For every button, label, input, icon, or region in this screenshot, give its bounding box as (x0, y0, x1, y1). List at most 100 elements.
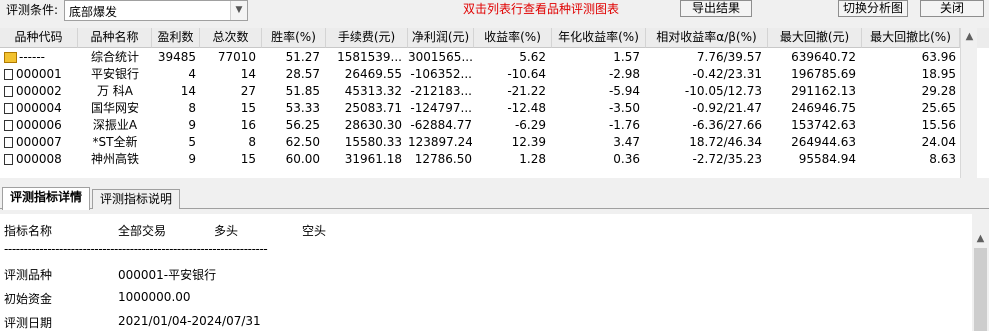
cell-drawdown: 246946.75 (768, 100, 856, 117)
cell-text: 5.62 (519, 50, 546, 64)
cell-text: 77010 (217, 50, 256, 64)
cell-return: -6.29 (474, 117, 546, 134)
cell-drawdown-ratio: 24.04 (862, 134, 956, 151)
folder-sum-icon (4, 52, 17, 63)
col-header-fee[interactable]: 手续费(元) (326, 28, 408, 48)
cell-relative: 18.72/46.34 (646, 134, 762, 151)
cell-wins: 4 (152, 66, 196, 83)
table-row[interactable]: 000004 国华网安 8 15 53.33 25083.71 -124797... -12.… (0, 100, 958, 117)
cell-wins: 39485 (152, 49, 196, 66)
cell-text: 神州高铁 (90, 152, 139, 166)
cell-name: 万 科A (80, 83, 150, 100)
cell-fee: 26469.55 (326, 66, 402, 83)
detail-label-instrument: 评测品种 (4, 268, 53, 282)
cell-winrate: 51.27 (262, 49, 320, 66)
cell-name: 平安银行 (80, 66, 150, 83)
col-header-return[interactable]: 收益率(%) (474, 28, 552, 48)
cell-text: 4 (188, 67, 196, 81)
close-button[interactable]: 关闭 (920, 0, 984, 17)
table-header: 品种代码 品种名称 盈利数 总次数 胜率(%) 手续费(元) 净利润(元) 收益… (0, 28, 989, 48)
cell-text: 25083.71 (344, 101, 402, 115)
cell-text: -1.76 (608, 118, 640, 132)
cell-wins: 9 (152, 117, 196, 134)
cell-annual: -2.98 (552, 66, 640, 83)
col-header-winrate[interactable]: 胜率(%) (262, 28, 326, 48)
toolbar: 评测条件: 底部爆发 ▼ 双击列表行查看品种评测图表 导出结果 切换分析图 关闭 (0, 0, 989, 22)
tab-metric-details[interactable]: 评测指标详情 (2, 187, 90, 210)
detail-label-date: 评测日期 (4, 316, 53, 330)
cell-relative: 7.76/39.57 (646, 49, 762, 66)
table-row[interactable]: 000006 深振业A 9 16 56.25 28630.30 -62884.77 -6.29… (0, 117, 958, 134)
cell-total: 8 (200, 134, 256, 151)
cell-text: 8.63 (929, 152, 956, 166)
cell-drawdown-ratio: 15.56 (862, 117, 956, 134)
detail-value-instrument: 000001-平安银行 (118, 268, 217, 282)
table-row[interactable]: 000007 *ST全新 5 8 62.50 15580.33 123897.24 12.39… (0, 134, 958, 151)
cell-text: 15.56 (921, 118, 956, 132)
cell-text: 15 (240, 152, 256, 166)
cell-text: 1581539... (337, 50, 402, 64)
col-header-relative-return[interactable]: 相对收益率α/β(%) (646, 28, 768, 48)
scroll-up-icon[interactable]: ▲ (961, 28, 978, 45)
cell-total: 15 (200, 151, 256, 168)
cell-text: 12786.50 (414, 152, 472, 166)
cell-text: 国华网安 (90, 101, 139, 115)
table-row[interactable]: 000002 万 科A 14 27 51.85 45313.32 -212183... -21… (0, 83, 958, 100)
col-header-netprofit[interactable]: 净利润(元) (408, 28, 474, 48)
cell-drawdown: 639640.72 (768, 49, 856, 66)
cell-wins: 9 (152, 151, 196, 168)
condition-value: 底部爆发 (69, 5, 118, 19)
switch-chart-button[interactable]: 切换分析图 (838, 0, 908, 17)
cell-return: 5.62 (474, 49, 546, 66)
condition-select[interactable]: 底部爆发 ▼ (64, 0, 248, 21)
chevron-down-icon[interactable]: ▼ (230, 1, 247, 20)
cell-winrate: 53.33 (262, 100, 320, 117)
cell-winrate: 62.50 (262, 134, 320, 151)
col-header-code[interactable]: 品种代码 (0, 28, 78, 48)
document-icon (4, 154, 13, 165)
cell-drawdown-ratio: 25.65 (862, 100, 956, 117)
table-row[interactable]: ------ 综合统计 39485 77010 51.27 1581539... 30015… (0, 49, 958, 66)
col-header-name[interactable]: 品种名称 (78, 28, 152, 48)
cell-code: 000002 (4, 83, 76, 100)
cell-text: 123897.24 (408, 135, 472, 149)
cell-relative: -0.92/21.47 (646, 100, 762, 117)
cell-text: -6.29 (514, 118, 546, 132)
cell-drawdown: 95584.94 (768, 151, 856, 168)
cell-text: 000007 (16, 135, 62, 149)
table-row[interactable]: 000001 平安银行 4 14 28.57 26469.55 -106352... -10.… (0, 66, 958, 83)
cell-wins: 5 (152, 134, 196, 151)
cell-text: -12.48 (507, 101, 546, 115)
export-button[interactable]: 导出结果 (680, 0, 752, 17)
cell-text: 56.25 (285, 118, 320, 132)
cell-text: 3.47 (613, 135, 640, 149)
document-icon (4, 103, 13, 114)
scroll-thumb[interactable] (974, 248, 987, 331)
cell-text: 15580.33 (344, 135, 402, 149)
col-header-wins[interactable]: 盈利数 (152, 28, 200, 48)
document-icon (4, 120, 13, 131)
cell-relative: -0.42/23.31 (646, 66, 762, 83)
col-header-annual-return[interactable]: 年化收益率(%) (552, 28, 646, 48)
table-scrollbar[interactable]: ▲ (960, 28, 977, 178)
cell-annual: -5.94 (552, 83, 640, 100)
cell-name: 国华网安 (80, 100, 150, 117)
cell-text: 0.36 (613, 152, 640, 166)
col-header-total[interactable]: 总次数 (200, 28, 262, 48)
cell-annual: -3.50 (552, 100, 640, 117)
cell-text: 综合统计 (90, 50, 139, 64)
detail-scrollbar[interactable]: ▲ (972, 214, 989, 331)
cell-text: 28630.30 (344, 118, 402, 132)
col-header-max-drawdown-ratio[interactable]: 最大回撤比(%) (862, 28, 960, 48)
table-row[interactable]: 000008 神州高铁 9 15 60.00 31961.18 12786.50 1.28 0.… (0, 151, 958, 168)
cell-text: 39485 (157, 50, 196, 64)
cell-fee: 28630.30 (326, 117, 402, 134)
cell-netprofit: 123897.24 (408, 134, 472, 151)
tab-metric-explanation[interactable]: 评测指标说明 (92, 189, 180, 209)
scroll-up-icon[interactable]: ▲ (972, 230, 989, 247)
cell-fee: 15580.33 (326, 134, 402, 151)
cell-code: ------ (4, 49, 76, 66)
cell-text: 000008 (16, 152, 62, 166)
col-header-max-drawdown[interactable]: 最大回撤(元) (768, 28, 862, 48)
cell-fee: 25083.71 (326, 100, 402, 117)
